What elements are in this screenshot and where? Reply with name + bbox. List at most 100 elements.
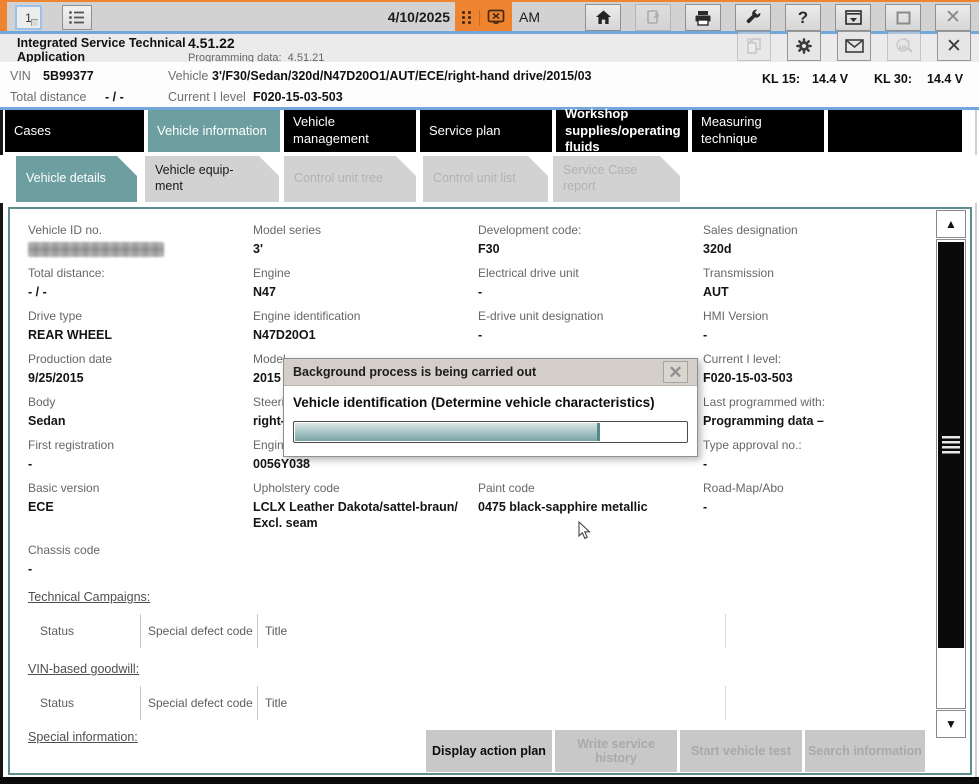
section-heading-vin-based-goodwill: VIN-based goodwill: — [28, 662, 924, 676]
mail-button[interactable] — [837, 31, 871, 61]
close-button[interactable]: ✕ — [935, 4, 971, 31]
column-header-status: Status — [28, 694, 140, 712]
scroll-up-button[interactable]: ▲ — [936, 210, 966, 238]
dialog-titlebar: Background process is being carried out … — [284, 359, 697, 386]
field-label: HMI Version — [703, 309, 924, 323]
vehicle-id-masked-value — [28, 242, 164, 257]
write-service-history-button: Write service history — [555, 730, 677, 772]
scrollbar-track[interactable] — [936, 239, 966, 709]
arrow-up-icon: ▲ — [945, 217, 957, 231]
tools-button[interactable] — [735, 4, 771, 31]
field-value: - — [28, 457, 253, 473]
date-label: 4/10/2025 — [388, 9, 450, 25]
field-label: Upholstery code — [253, 481, 478, 495]
field-value: N47D20O1 — [253, 328, 478, 344]
background-process-dialog: Background process is being carried out … — [283, 358, 698, 457]
display-action-plan-button[interactable]: Display action plan — [426, 730, 552, 772]
column-header-label: Special defect code — [148, 696, 253, 710]
vertical-scrollbar: ▲ ▼ — [936, 210, 966, 738]
field-value: - — [478, 285, 703, 301]
tab-workshop-supplies-operating-fluids[interactable]: Workshop supplies/operating fluids — [556, 110, 688, 152]
drag-handle-icon[interactable] — [462, 11, 471, 24]
total-distance-value: - / - — [105, 90, 124, 104]
close-icon: ✕ — [945, 8, 961, 27]
field-value: - — [703, 500, 924, 516]
progress-bar — [293, 421, 688, 443]
vehicle-label: Vehicle — [168, 69, 208, 83]
field-label: Transmission — [703, 266, 924, 280]
field-hidden — [478, 543, 703, 586]
print-button[interactable] — [685, 4, 721, 31]
field-value: 9/25/2015 — [28, 371, 253, 387]
log-window-button[interactable] — [835, 4, 871, 31]
field-label: First registration — [28, 438, 253, 452]
settings-button[interactable] — [787, 31, 821, 61]
search-information-button: Search information — [805, 730, 925, 772]
task-list-button[interactable] — [62, 5, 92, 30]
field-value: - — [703, 457, 924, 473]
field-hmi-version: HMI Version - — [703, 309, 924, 352]
action-button-bar: Display action planWrite service history… — [426, 730, 925, 772]
subtab-vehicle-details[interactable]: Vehicle details — [16, 156, 137, 202]
field-label: Total distance: — [28, 266, 253, 280]
scrollbar-thumb[interactable] — [938, 242, 964, 648]
air-search-button: AIR — [887, 31, 921, 61]
kl15-label: KL 15: — [762, 72, 800, 86]
section-header-row: StatusSpecial defect codeTitle — [28, 686, 924, 720]
field-road-map-abo: Road-Map/Abo- — [703, 481, 924, 543]
scrollbar-grip-icon — [942, 436, 960, 454]
section-header-row: StatusSpecial defect codeTitle — [28, 614, 924, 648]
tab-service-plan[interactable]: Service plan — [420, 110, 552, 152]
field-vehicle-id-no: Vehicle ID no. — [28, 223, 253, 266]
field-body: BodySedan — [28, 395, 253, 438]
kl30-value: 14.4 V — [927, 72, 963, 86]
scroll-down-button[interactable]: ▼ — [936, 710, 966, 738]
field-label: Paint code — [478, 481, 703, 495]
header-icon-row: AIR ✕ — [737, 31, 971, 61]
tab-cases[interactable]: Cases — [5, 110, 144, 152]
monitor-close-icon[interactable] — [487, 9, 505, 26]
close-session-button[interactable]: ✕ — [937, 31, 971, 61]
tab-vehicle-information[interactable]: Vehicle information — [148, 110, 280, 152]
field-value: - — [478, 328, 703, 344]
field-label: Drive type — [28, 309, 253, 323]
field-value: 320d — [703, 242, 924, 258]
field-label: Vehicle ID no. — [28, 223, 253, 237]
window-bottom-edge — [0, 777, 979, 784]
field-value: LCLX Leather Dakota/sattel-braun/ Excl. … — [253, 500, 478, 531]
sub-tab-bar: Vehicle detailsVehicle equip- mentContro… — [0, 155, 979, 203]
dialog-close-button[interactable]: ✕ — [663, 361, 688, 383]
field-label: Model series — [253, 223, 478, 237]
column-header-special-defect-code: Special defect code — [140, 614, 257, 648]
column-header-label: Special defect code — [148, 624, 253, 638]
field-value: N47 — [253, 285, 478, 301]
page-fold-decoration — [31, 19, 38, 26]
field-electrical-drive-unit: Electrical drive unit- — [478, 266, 703, 309]
device-icon — [645, 10, 662, 26]
field-label: Type approval no.: — [703, 438, 924, 452]
current-ilevel-value: F020-15-03-503 — [253, 90, 343, 104]
column-header-label: Status — [40, 624, 74, 638]
page-indicator-button[interactable]: 1 — [15, 5, 42, 30]
maximize-button[interactable] — [885, 4, 921, 31]
question-icon: ? — [798, 8, 808, 28]
air-magnifier-icon: AIR — [894, 37, 914, 55]
field-development-code: Development code:F30 — [478, 223, 703, 266]
field-value: AUT — [703, 285, 924, 301]
tab-measuring-technique[interactable]: Measuring technique — [692, 110, 824, 152]
tab-vehicle-management[interactable]: Vehicle management — [284, 110, 416, 152]
campaign-sections: Technical Campaigns:StatusSpecial defect… — [28, 590, 924, 744]
field-value: F30 — [478, 242, 703, 258]
field-label: Engine — [253, 266, 478, 280]
session-orange-group — [455, 2, 512, 33]
field-label: Sales designation — [703, 223, 924, 237]
tab-empty — [828, 110, 962, 152]
home-button[interactable] — [585, 4, 621, 31]
field-value: - — [703, 328, 924, 344]
help-button[interactable]: ? — [785, 4, 821, 31]
subtab-vehicle-equip-ment[interactable]: Vehicle equip- ment — [145, 156, 279, 202]
dialog-body: Vehicle identification (Determine vehicl… — [284, 386, 697, 456]
dialog-title: Background process is being carried out — [293, 365, 536, 379]
field-type-approval-no: Type approval no.: - — [703, 438, 924, 481]
total-distance-label: Total distance — [10, 90, 86, 104]
